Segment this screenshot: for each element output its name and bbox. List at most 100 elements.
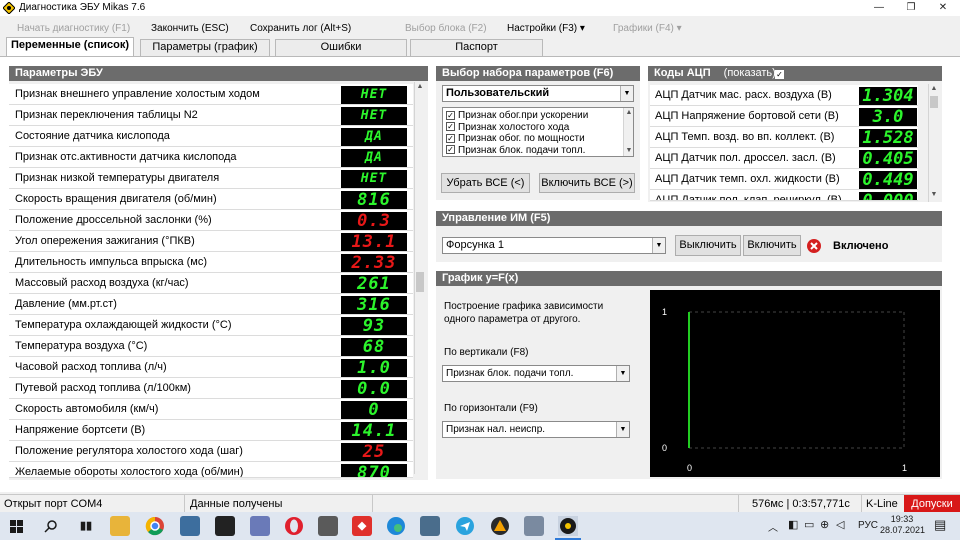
param-row[interactable]: Длительность импульса впрыска (мс) 2.33: [9, 252, 413, 273]
param-row[interactable]: Температура охлаждающей жидкости (°C) 93: [9, 315, 413, 336]
scroll-up-icon[interactable]: ▲: [929, 84, 939, 94]
minimize-button[interactable]: —: [864, 0, 894, 16]
menu-settings[interactable]: Настройки (F3) ▾: [507, 23, 585, 34]
im-on-button[interactable]: Включить: [743, 235, 801, 256]
terminal-icon[interactable]: [215, 516, 235, 536]
chevron-down-icon[interactable]: ▼: [616, 422, 629, 437]
telegram-icon[interactable]: [455, 516, 475, 536]
stop-icon[interactable]: [806, 238, 822, 254]
menu-select-block[interactable]: Выбор блока (F2): [405, 23, 487, 34]
scroll-down-icon[interactable]: ▼: [929, 190, 939, 200]
param-row[interactable]: Состояние датчика кислопода ДА: [9, 126, 413, 147]
param-set-scrollbar[interactable]: ▲ ▼: [623, 108, 633, 156]
clock[interactable]: 19:33 28.07.2021: [880, 514, 925, 536]
param-row[interactable]: Угол опережения зажигания (°ПКВ) 13.1: [9, 231, 413, 252]
adc-row[interactable]: АЦП Напряжение бортовой сети (В) 3.0: [650, 106, 918, 127]
param-row[interactable]: Часовой расход топлива (л/ч) 1.0: [9, 357, 413, 378]
task-view-icon[interactable]: ▮▮: [76, 516, 96, 536]
windows-start-icon[interactable]: [10, 520, 23, 533]
tab-errors[interactable]: Ошибки: [275, 39, 407, 56]
im-off-button[interactable]: Выключить: [675, 235, 741, 256]
tab-params-graph[interactable]: Параметры (график): [140, 39, 270, 56]
tray-app-icon[interactable]: ◧: [788, 518, 798, 531]
warning-app-icon[interactable]: [490, 516, 510, 536]
param-row[interactable]: Признак низкой температуры двигателя НЕТ: [9, 168, 413, 189]
remove-all-button[interactable]: Убрать ВСЕ (<): [441, 173, 530, 193]
param-row[interactable]: Путевой расход топлива (л/100км) 0.0: [9, 378, 413, 399]
param-row[interactable]: Признак переключения таблицы N2 НЕТ: [9, 105, 413, 126]
network-icon[interactable]: ⊕: [820, 518, 829, 531]
graph-y-tick: 1: [662, 307, 667, 317]
param-row[interactable]: Положение регулятора холостого хода (шаг…: [9, 441, 413, 462]
menu-save-log[interactable]: Сохранить лог (Alt+S): [250, 23, 351, 34]
chevron-down-icon[interactable]: ▼: [652, 238, 665, 253]
param-set-item[interactable]: ✓ Признак блок. подачи топл.: [446, 145, 585, 156]
chrome-icon[interactable]: [145, 516, 165, 536]
horizontal-axis-combo[interactable]: Признак нал. неиспр. ▼: [442, 421, 630, 438]
app-icon[interactable]: [318, 516, 338, 536]
param-row[interactable]: Массовый расход воздуха (кг/час) 261: [9, 273, 413, 294]
adc-row[interactable]: АЦП Датчик пол. дроссел. засл. (В) 0.405: [650, 148, 918, 169]
menu-finish[interactable]: Закончить (ESC): [151, 23, 229, 34]
adc-row[interactable]: АЦП Датчик мас. расх. воздуха (В) 1.304: [650, 85, 918, 106]
param-row[interactable]: Желаемые обороты холостого хода (об/мин)…: [9, 462, 413, 478]
maximize-button[interactable]: ❐: [896, 0, 926, 16]
param-value: 1.0: [341, 359, 407, 377]
network-app-icon[interactable]: [250, 516, 270, 536]
im-device-combo[interactable]: Форсунка 1 ▼: [442, 237, 666, 254]
scroll-up-icon[interactable]: ▲: [415, 82, 425, 92]
scroll-down-icon[interactable]: ▼: [624, 146, 634, 156]
param-set-checkbox[interactable]: ✓: [446, 133, 455, 143]
param-row[interactable]: Признак отс.активности датчика кислопода…: [9, 147, 413, 168]
edge-icon[interactable]: [386, 516, 406, 536]
param-set-checkbox[interactable]: ✓: [446, 145, 455, 155]
anydesk-icon[interactable]: ◆: [352, 516, 372, 536]
tab-variables-list[interactable]: Переменные (список): [6, 37, 134, 56]
vertical-axis-combo[interactable]: Признак блок. подачи топл. ▼: [442, 365, 630, 382]
file-explorer-icon[interactable]: [110, 516, 130, 536]
tray-chevron-icon[interactable]: ︿: [768, 519, 778, 534]
adc-row[interactable]: АЦП Датчик темп. охл. жидкости (В) 0.449: [650, 169, 918, 190]
mikas-diagnostics-icon[interactable]: [558, 516, 578, 536]
param-row[interactable]: Скорость автомобиля (км/ч) 0: [9, 399, 413, 420]
adc-show-checkbox[interactable]: ✓: [775, 70, 784, 79]
scroll-thumb[interactable]: [416, 272, 424, 292]
chevron-down-icon[interactable]: ▼: [616, 366, 629, 381]
adc-show-label: (показать): [723, 67, 776, 79]
battery-icon[interactable]: ▭: [804, 518, 814, 531]
param-row[interactable]: Признак внешнего управление холостым ход…: [9, 84, 413, 105]
param-row[interactable]: Скорость вращения двигателя (об/мин) 816: [9, 189, 413, 210]
adc-row[interactable]: АЦП Темп. возд. во вп. коллект. (В) 1.528: [650, 127, 918, 148]
volume-icon[interactable]: ◁: [836, 518, 844, 531]
param-set-item[interactable]: ✓ Признак обог. по мощности: [446, 133, 585, 144]
param-label: Признак внешнего управление холостым ход…: [15, 88, 260, 100]
language-indicator[interactable]: РУС: [858, 520, 878, 531]
usb-app-icon[interactable]: [524, 516, 544, 536]
adc-row[interactable]: АЦП Датчик пол. клап. рециркул. (В) 0.000: [650, 190, 918, 201]
search-icon[interactable]: [44, 520, 57, 533]
param-set-combo[interactable]: Пользовательский ▼: [442, 85, 634, 102]
close-button[interactable]: ✕: [928, 0, 958, 16]
notifications-icon[interactable]: ▤: [934, 517, 946, 533]
calculator-icon[interactable]: [420, 516, 440, 536]
param-row[interactable]: Положение дроссельной заслонки (%) 0.3: [9, 210, 413, 231]
param-set-checkbox[interactable]: ✓: [446, 122, 455, 132]
param-row[interactable]: Температура воздуха (°C) 68: [9, 336, 413, 357]
param-row[interactable]: Давление (мм.рт.ст) 316: [9, 294, 413, 315]
tab-passport[interactable]: Паспорт: [410, 39, 543, 56]
param-set-checkbox[interactable]: ✓: [446, 110, 455, 120]
scroll-thumb[interactable]: [930, 96, 938, 108]
param-set-item[interactable]: ✓ Признак холостого хода: [446, 122, 569, 133]
include-all-button[interactable]: Включить ВСЕ (>): [539, 173, 635, 193]
scroll-up-icon[interactable]: ▲: [624, 108, 634, 118]
adc-scrollbar[interactable]: ▲ ▼: [928, 84, 938, 202]
opera-icon[interactable]: [284, 516, 304, 536]
remote-desktop-icon[interactable]: [180, 516, 200, 536]
param-value: 816: [341, 191, 407, 209]
param-set-item[interactable]: ✓ Признак обог.при ускорении: [446, 110, 588, 121]
chevron-down-icon[interactable]: ▼: [620, 86, 633, 101]
menu-start-diagnostics[interactable]: Начать диагностику (F1): [17, 23, 130, 34]
param-row[interactable]: Напряжение бортсети (В) 14.1: [9, 420, 413, 441]
ecu-params-scrollbar[interactable]: ▲: [414, 82, 424, 474]
menu-graphs[interactable]: Графики (F4) ▾: [613, 23, 682, 34]
